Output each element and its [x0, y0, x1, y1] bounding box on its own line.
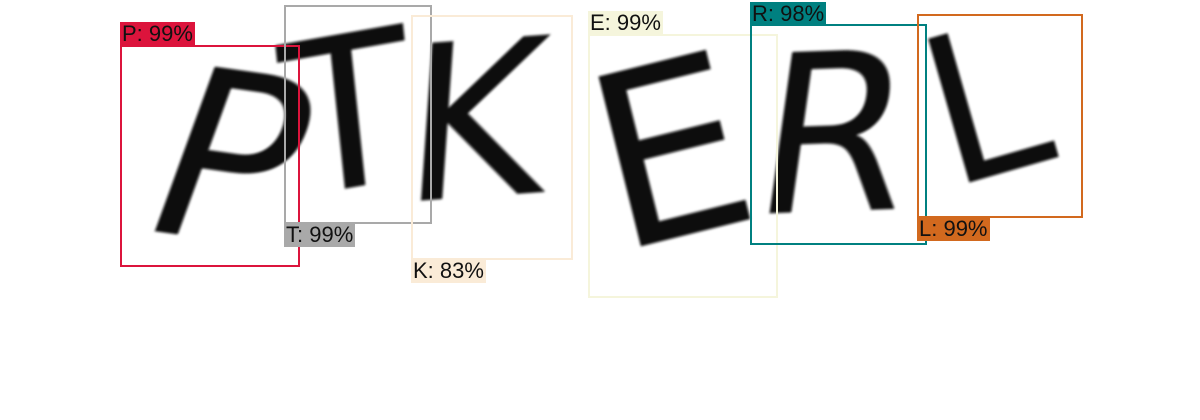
detection-box-r — [750, 24, 927, 245]
detection-label-k: K: 83% — [411, 258, 486, 283]
detection-box-k — [411, 15, 573, 260]
detection-label-l: L: 99% — [917, 216, 990, 241]
detection-box-t — [284, 5, 432, 224]
detection-label-t: T: 99% — [284, 222, 356, 247]
detection-box-l — [917, 14, 1083, 218]
detection-label-p: P: 99% — [120, 21, 195, 46]
detection-box-p — [120, 45, 300, 267]
detection-label-r: R: 98% — [750, 1, 827, 26]
detection-label-e: E: 99% — [588, 10, 663, 35]
